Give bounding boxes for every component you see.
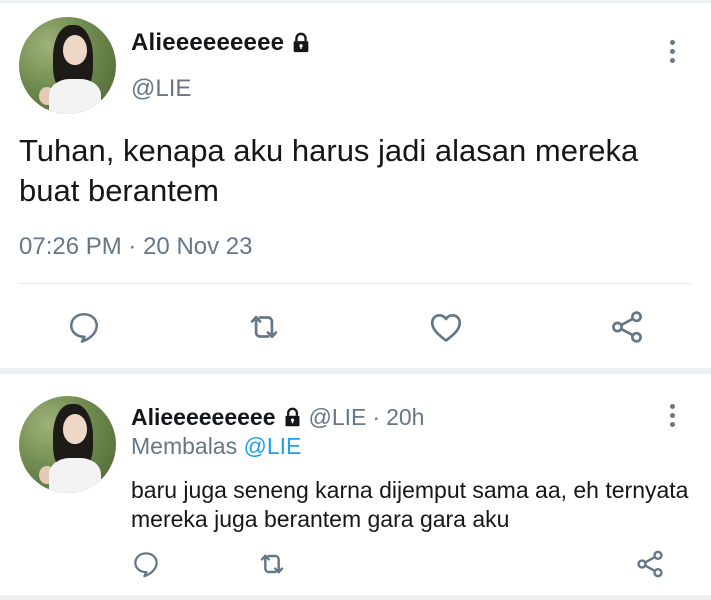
tweet-text: baru juga seneng karna dijemput sama aa,… xyxy=(131,477,689,532)
user-handle[interactable]: @LIE xyxy=(309,404,367,431)
reply-button[interactable] xyxy=(62,305,106,349)
display-name[interactable]: Alieeeeeeeee xyxy=(131,29,284,57)
reply-tweet[interactable]: Alieeeeeeeee @LIE · 20h Membalas @LIE ba… xyxy=(0,374,711,600)
more-options-icon[interactable] xyxy=(668,40,676,63)
reply-button[interactable] xyxy=(128,546,164,582)
retweet-icon xyxy=(250,315,278,339)
share-icon xyxy=(637,550,663,578)
avatar[interactable] xyxy=(19,17,116,114)
user-handle[interactable]: @LIE xyxy=(131,75,191,103)
tweet-actions xyxy=(0,546,711,586)
replying-to: Membalas @LIE xyxy=(131,433,301,460)
retweet-button[interactable] xyxy=(242,305,286,349)
tweet-timestamp: 07:26 PM · 20 Nov 23 xyxy=(19,233,252,261)
lock-icon xyxy=(285,407,300,427)
meta-separator: · xyxy=(128,233,137,260)
relative-time: 20h xyxy=(386,404,425,430)
avatar[interactable] xyxy=(19,396,116,493)
tweet-text: Tuhan, kenapa aku harus jadi alasan mere… xyxy=(19,133,639,208)
replying-label: Membalas xyxy=(131,433,238,459)
meta-separator: · xyxy=(372,404,381,430)
mention-link[interactable]: @LIE xyxy=(244,433,302,459)
share-icon xyxy=(612,311,642,343)
tweet-actions xyxy=(0,305,711,349)
tweet-date: 20 Nov 23 xyxy=(143,233,253,260)
tweet-time: 07:26 PM xyxy=(19,233,122,260)
retweet-button[interactable] xyxy=(254,546,290,582)
lock-icon xyxy=(293,32,309,53)
reply-icon xyxy=(69,312,99,343)
divider xyxy=(19,283,691,284)
main-tweet: Alieeeeeeeee @LIE Tuhan, kenapa aku haru… xyxy=(0,3,711,368)
bottom-divider xyxy=(0,595,711,600)
reply-icon xyxy=(134,552,158,578)
like-icon xyxy=(430,313,462,342)
reply-header: Alieeeeeeeee @LIE · 20h xyxy=(131,404,424,431)
more-options-icon[interactable] xyxy=(668,404,676,427)
retweet-icon xyxy=(260,554,284,574)
like-button[interactable] xyxy=(424,305,468,349)
display-name-row[interactable]: Alieeeeeeeee xyxy=(131,29,312,57)
share-button[interactable] xyxy=(605,305,649,349)
share-button[interactable] xyxy=(632,546,668,582)
display-name[interactable]: Alieeeeeeeee xyxy=(131,404,276,431)
